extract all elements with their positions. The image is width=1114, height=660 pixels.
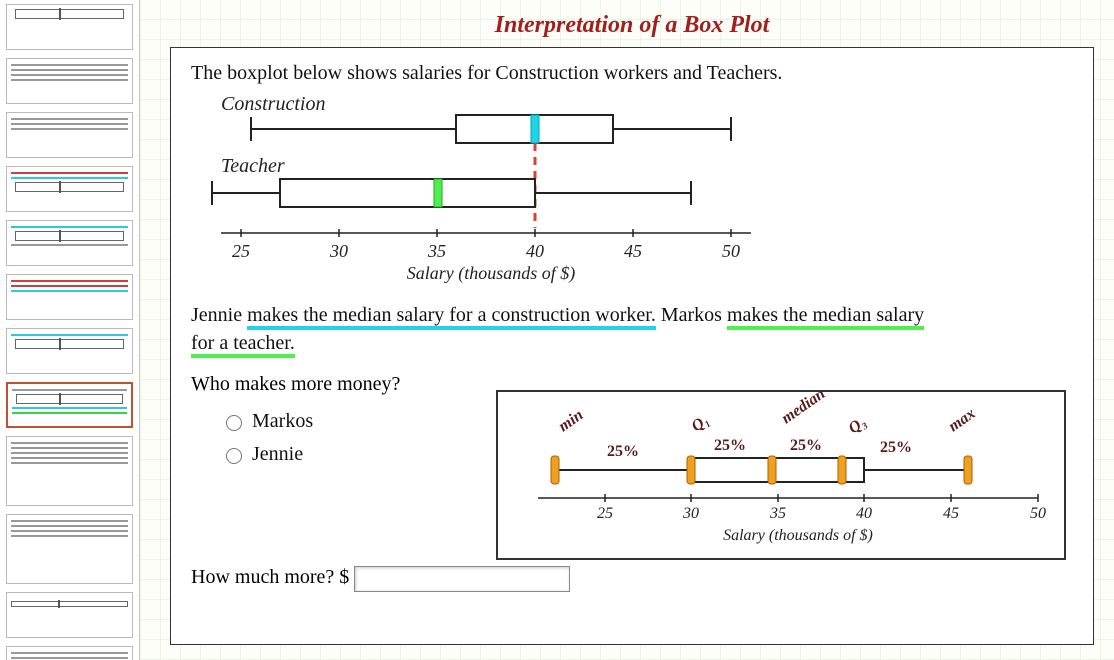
- slide-thumb[interactable]: [6, 58, 133, 104]
- intro-text: The boxplot below shows salaries for Con…: [191, 62, 1073, 85]
- teacher-median-marker: [434, 179, 442, 207]
- page-title: Interpretation of a Box Plot: [170, 12, 1094, 39]
- slide-thumb[interactable]: [6, 592, 133, 638]
- boxplot-svg: 25 30 35 40 45 50 Salary (thousands of $…: [191, 93, 771, 283]
- inset-svg: min Q₁ median Q₃ max 25% 25% 25% 25%: [498, 392, 1064, 558]
- radio-markos[interactable]: [226, 415, 242, 431]
- slide-thumb[interactable]: [6, 4, 133, 50]
- svg-text:40: 40: [526, 241, 544, 261]
- svg-text:50: 50: [1030, 505, 1046, 522]
- main-panel: Interpretation of a Box Plot The boxplot…: [140, 0, 1114, 660]
- main-axis-label: Salary (thousands of $): [407, 263, 576, 283]
- svg-text:25: 25: [232, 241, 250, 261]
- slide-thumb[interactable]: [6, 328, 133, 374]
- slide-thumb[interactable]: [6, 166, 133, 212]
- svg-text:min: min: [556, 407, 587, 436]
- radio-jennie[interactable]: [226, 448, 242, 464]
- slide-thumb[interactable]: [6, 220, 133, 266]
- how-much-row: How much more? $: [191, 566, 1073, 592]
- svg-text:45: 45: [943, 505, 959, 522]
- svg-text:Q₁: Q₁: [689, 412, 713, 436]
- scenario-sentence: Jennie makes the median salary for a con…: [191, 301, 1073, 357]
- svg-text:50: 50: [722, 241, 740, 261]
- svg-text:Q₃: Q₃: [846, 414, 870, 438]
- slide-thumb-current[interactable]: [6, 382, 133, 428]
- svg-text:max: max: [946, 405, 979, 435]
- svg-text:25%: 25%: [880, 439, 912, 456]
- svg-text:25%: 25%: [714, 437, 746, 454]
- svg-text:35: 35: [427, 241, 446, 261]
- inset-boxplot-panel: min Q₁ median Q₃ max 25% 25% 25% 25%: [496, 390, 1066, 560]
- svg-text:35: 35: [769, 505, 786, 522]
- how-much-input[interactable]: [354, 566, 570, 592]
- svg-text:45: 45: [624, 241, 642, 261]
- app-root: Interpretation of a Box Plot The boxplot…: [0, 0, 1114, 660]
- svg-text:40: 40: [856, 505, 872, 522]
- slide-thumb[interactable]: [6, 436, 133, 506]
- construction-median-marker: [531, 115, 539, 143]
- svg-text:30: 30: [329, 241, 348, 261]
- svg-text:median: median: [779, 392, 829, 427]
- svg-text:30: 30: [682, 505, 699, 522]
- svg-text:25%: 25%: [607, 443, 639, 460]
- slide-thumb[interactable]: [6, 112, 133, 158]
- slide-thumbnail-panel[interactable]: [0, 0, 140, 660]
- slide-thumb[interactable]: [6, 274, 133, 320]
- svg-text:25%: 25%: [790, 437, 822, 454]
- slide-thumb[interactable]: [6, 646, 133, 660]
- how-much-label: How much more? $: [191, 566, 349, 588]
- svg-text:25: 25: [597, 505, 613, 522]
- main-boxplot: Construction Teacher: [191, 93, 1073, 283]
- slide-thumb[interactable]: [6, 514, 133, 584]
- inset-axis-label: Salary (thousands of $): [723, 527, 873, 544]
